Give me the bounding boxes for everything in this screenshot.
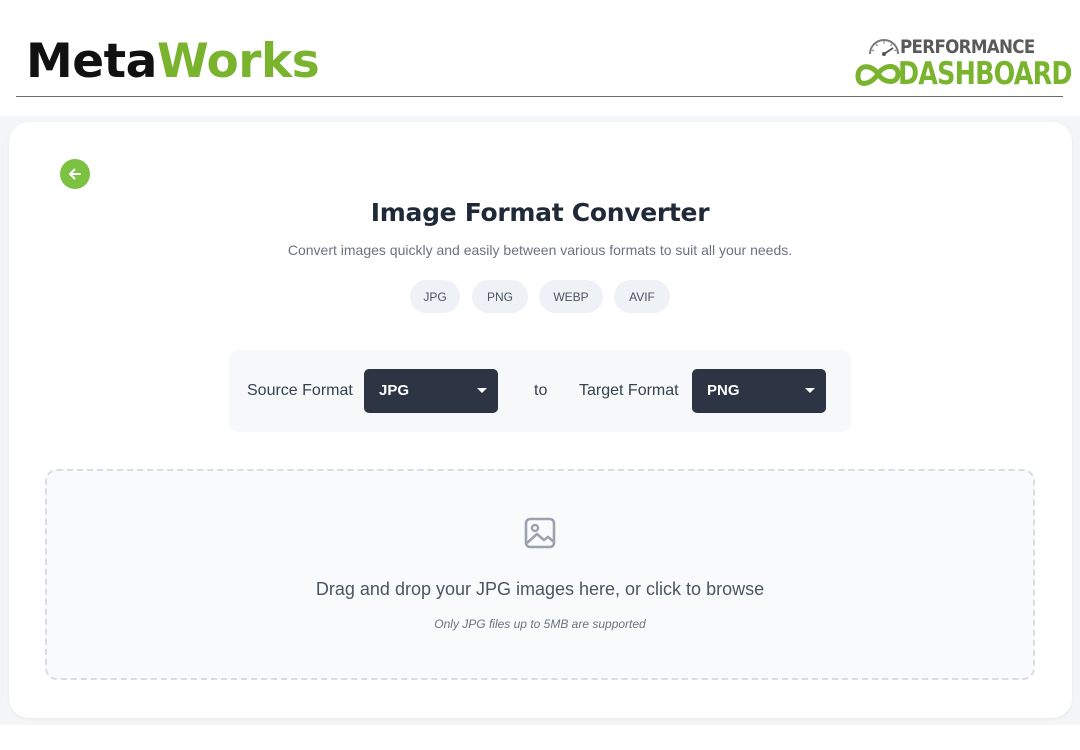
source-format-value: JPG [379,382,410,399]
performance-dashboard-logo[interactable]: PERFORMANCE DASHBOARD [848,36,1072,94]
format-chip-webp: WEBP [539,280,603,313]
dropzone-hint: Only JPG files up to 5MB are supported [434,617,646,631]
dropzone-text: Drag and drop your JPG images here, or c… [315,579,765,599]
back-button[interactable] [60,159,90,189]
format-chip-avif: AVIF [614,280,670,313]
source-format-select[interactable]: JPG [364,369,498,413]
to-label: to [534,382,548,399]
brand-name-part1: Meta [26,34,157,89]
arrow-left-icon [69,168,81,180]
brand-name-part2: Works [156,34,320,89]
logo-text-dashboard: DASHBOARD [898,56,1072,92]
page: MetaWorks PERFORMANCE DASHBOARD Image Fo… [0,0,1080,750]
logo-text-performance: PERFORMANCE [900,36,1035,58]
target-format-value: PNG [707,382,740,399]
image-icon [524,517,556,549]
target-format-label: Target Format [579,382,679,399]
target-format-select[interactable]: PNG [692,369,826,413]
page-subtitle: Convert images quickly and easily betwee… [287,242,793,258]
page-title: Image Format Converter [370,198,710,227]
file-dropzone[interactable] [45,469,1035,680]
brand-logo[interactable]: MetaWorks [26,34,320,89]
source-format-label: Source Format [247,382,353,399]
format-chips: JPG PNG WEBP AVIF [0,280,1080,314]
format-chip-jpg: JPG [410,280,460,313]
caret-down-icon [805,388,815,393]
format-chip-png: PNG [472,280,528,313]
caret-down-icon [477,388,487,393]
site-header: MetaWorks PERFORMANCE DASHBOARD [16,0,1072,97]
